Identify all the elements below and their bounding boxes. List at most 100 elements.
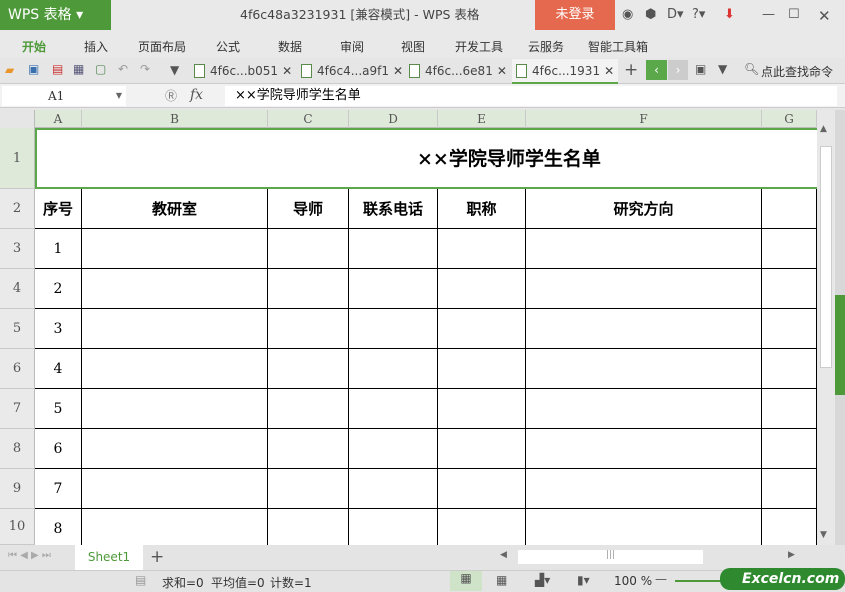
column-header-G[interactable]: G bbox=[762, 110, 817, 128]
insert-function-button[interactable]: fx bbox=[190, 87, 203, 103]
menu-home[interactable]: 开始 bbox=[22, 38, 46, 55]
pin-icon[interactable]: ▣ bbox=[695, 62, 706, 76]
table-cell[interactable] bbox=[526, 269, 762, 309]
eye-protection-icon[interactable]: ▮▾ bbox=[577, 573, 590, 587]
scroll-left-icon[interactable]: ◀ bbox=[500, 550, 507, 560]
row-header-7[interactable]: 7 bbox=[0, 389, 35, 429]
serial-cell[interactable]: 4 bbox=[35, 349, 82, 389]
menu-review[interactable]: 审阅 bbox=[340, 38, 364, 55]
sheet-tab[interactable]: Sheet1 bbox=[75, 545, 143, 570]
header-cell[interactable]: 教研室 bbox=[82, 189, 268, 229]
zoom-level[interactable]: 100 % bbox=[614, 574, 652, 588]
table-cell[interactable] bbox=[349, 509, 438, 545]
sheet-nav-icons[interactable]: ⏮ ◀ ▶ ⏭ bbox=[8, 550, 51, 561]
table-cell[interactable] bbox=[438, 469, 526, 509]
table-cell[interactable] bbox=[438, 429, 526, 469]
close-tab-icon[interactable]: ✕ bbox=[282, 64, 292, 78]
reading-mode-icon[interactable]: ▟▾ bbox=[535, 573, 550, 587]
table-cell[interactable] bbox=[349, 349, 438, 389]
table-cell[interactable] bbox=[762, 509, 817, 545]
table-cell[interactable] bbox=[82, 469, 268, 509]
table-cell[interactable] bbox=[762, 429, 817, 469]
header-cell[interactable]: 导师 bbox=[268, 189, 349, 229]
row-header-8[interactable]: 8 bbox=[0, 429, 35, 469]
close-tab-icon[interactable]: ✕ bbox=[393, 64, 403, 78]
column-header-D[interactable]: D bbox=[349, 110, 438, 128]
menu-developer[interactable]: 开发工具 bbox=[455, 38, 503, 55]
table-cell[interactable] bbox=[526, 349, 762, 389]
table-cell[interactable] bbox=[349, 309, 438, 349]
title-cell[interactable]: ××学院导师学生名单 bbox=[35, 128, 817, 189]
header-cell[interactable]: 序号 bbox=[35, 189, 82, 229]
table-cell[interactable] bbox=[82, 429, 268, 469]
table-cell[interactable] bbox=[762, 229, 817, 269]
column-header-A[interactable]: A bbox=[35, 110, 82, 128]
table-cell[interactable] bbox=[438, 309, 526, 349]
scroll-right-icon[interactable]: ▶ bbox=[788, 550, 795, 560]
row-header-1[interactable]: 1 bbox=[0, 128, 35, 189]
menu-smart-tools[interactable]: 智能工具箱 bbox=[588, 38, 648, 55]
table-cell[interactable] bbox=[526, 509, 762, 545]
table-cell[interactable] bbox=[438, 509, 526, 545]
tab-next-icon[interactable]: › bbox=[668, 60, 688, 80]
login-button[interactable]: 未登录 bbox=[535, 0, 615, 30]
hscroll-thumb[interactable]: ||| bbox=[518, 550, 703, 564]
column-header-C[interactable]: C bbox=[268, 110, 349, 128]
flag-icon[interactable]: ▼ bbox=[718, 62, 727, 76]
row-header-9[interactable]: 9 bbox=[0, 469, 35, 509]
table-cell[interactable] bbox=[349, 389, 438, 429]
print-icon[interactable]: ▦ bbox=[73, 62, 84, 76]
notes-icon[interactable]: ▤ bbox=[135, 573, 146, 587]
table-cell[interactable] bbox=[762, 269, 817, 309]
wps-menu-button[interactable]: WPS 表格 ▾ bbox=[0, 0, 111, 30]
table-cell[interactable] bbox=[438, 229, 526, 269]
help-icon[interactable]: ?▾ bbox=[692, 7, 705, 22]
table-cell[interactable] bbox=[762, 349, 817, 389]
select-all-button[interactable] bbox=[0, 110, 35, 128]
save-icon[interactable]: ▣ bbox=[28, 62, 39, 76]
row-header-10[interactable]: 10 bbox=[0, 509, 35, 545]
maximize-icon[interactable]: ☐ bbox=[788, 7, 800, 22]
skin-icon[interactable]: ◉ bbox=[622, 7, 633, 22]
side-panel-strip[interactable] bbox=[835, 110, 845, 545]
table-cell[interactable] bbox=[82, 349, 268, 389]
doc-tab[interactable]: 4f6c...b051 ✕ bbox=[190, 59, 294, 84]
table-cell[interactable] bbox=[438, 349, 526, 389]
table-cell[interactable] bbox=[268, 509, 349, 545]
normal-view-icon[interactable]: ▦ bbox=[450, 571, 482, 591]
close-icon[interactable]: ✕ bbox=[818, 7, 831, 25]
name-box[interactable]: A1 ▼ bbox=[2, 86, 126, 106]
header-cell[interactable] bbox=[762, 189, 817, 229]
table-cell[interactable] bbox=[268, 269, 349, 309]
search-icon[interactable]: 🔍︎ bbox=[744, 62, 759, 76]
undo-icon[interactable]: ↶ bbox=[118, 62, 128, 76]
feedback-icon[interactable]: D▾ bbox=[667, 7, 684, 22]
menu-data[interactable]: 数据 bbox=[278, 38, 302, 55]
formula-input[interactable]: ××学院导师学生名单 bbox=[225, 86, 837, 106]
row-header-6[interactable]: 6 bbox=[0, 349, 35, 389]
zoom-function-icon[interactable]: Ⓡ bbox=[165, 87, 177, 104]
table-cell[interactable] bbox=[268, 349, 349, 389]
scroll-down-icon[interactable]: ▼ bbox=[820, 530, 827, 540]
close-tab-icon[interactable]: ✕ bbox=[497, 64, 507, 78]
table-cell[interactable] bbox=[82, 269, 268, 309]
doc-tab[interactable]: 4f6c4...a9f1 ✕ bbox=[297, 59, 403, 84]
table-cell[interactable] bbox=[268, 229, 349, 269]
doc-tab[interactable]: 4f6c...6e81 ✕ bbox=[405, 59, 509, 84]
table-cell[interactable] bbox=[438, 389, 526, 429]
serial-cell[interactable]: 1 bbox=[35, 229, 82, 269]
serial-cell[interactable]: 8 bbox=[35, 509, 82, 545]
table-cell[interactable] bbox=[526, 429, 762, 469]
minimize-icon[interactable]: — bbox=[762, 7, 775, 22]
scroll-up-icon[interactable]: ▲ bbox=[820, 124, 827, 134]
sheet-grid[interactable]: ××学院导师学生名单 序号 教研室 导师 联系电话 职称 研究方向 1 2 3 4 5 6 7 8 bbox=[35, 128, 817, 545]
row-header-5[interactable]: 5 bbox=[0, 309, 35, 349]
column-header-E[interactable]: E bbox=[438, 110, 526, 128]
add-sheet-icon[interactable]: + bbox=[150, 547, 164, 567]
table-cell[interactable] bbox=[762, 469, 817, 509]
serial-cell[interactable]: 5 bbox=[35, 389, 82, 429]
menu-view[interactable]: 视图 bbox=[401, 38, 425, 55]
menu-insert[interactable]: 插入 bbox=[84, 38, 108, 55]
close-tab-icon[interactable]: ✕ bbox=[604, 64, 614, 78]
menu-page-layout[interactable]: 页面布局 bbox=[138, 38, 186, 55]
